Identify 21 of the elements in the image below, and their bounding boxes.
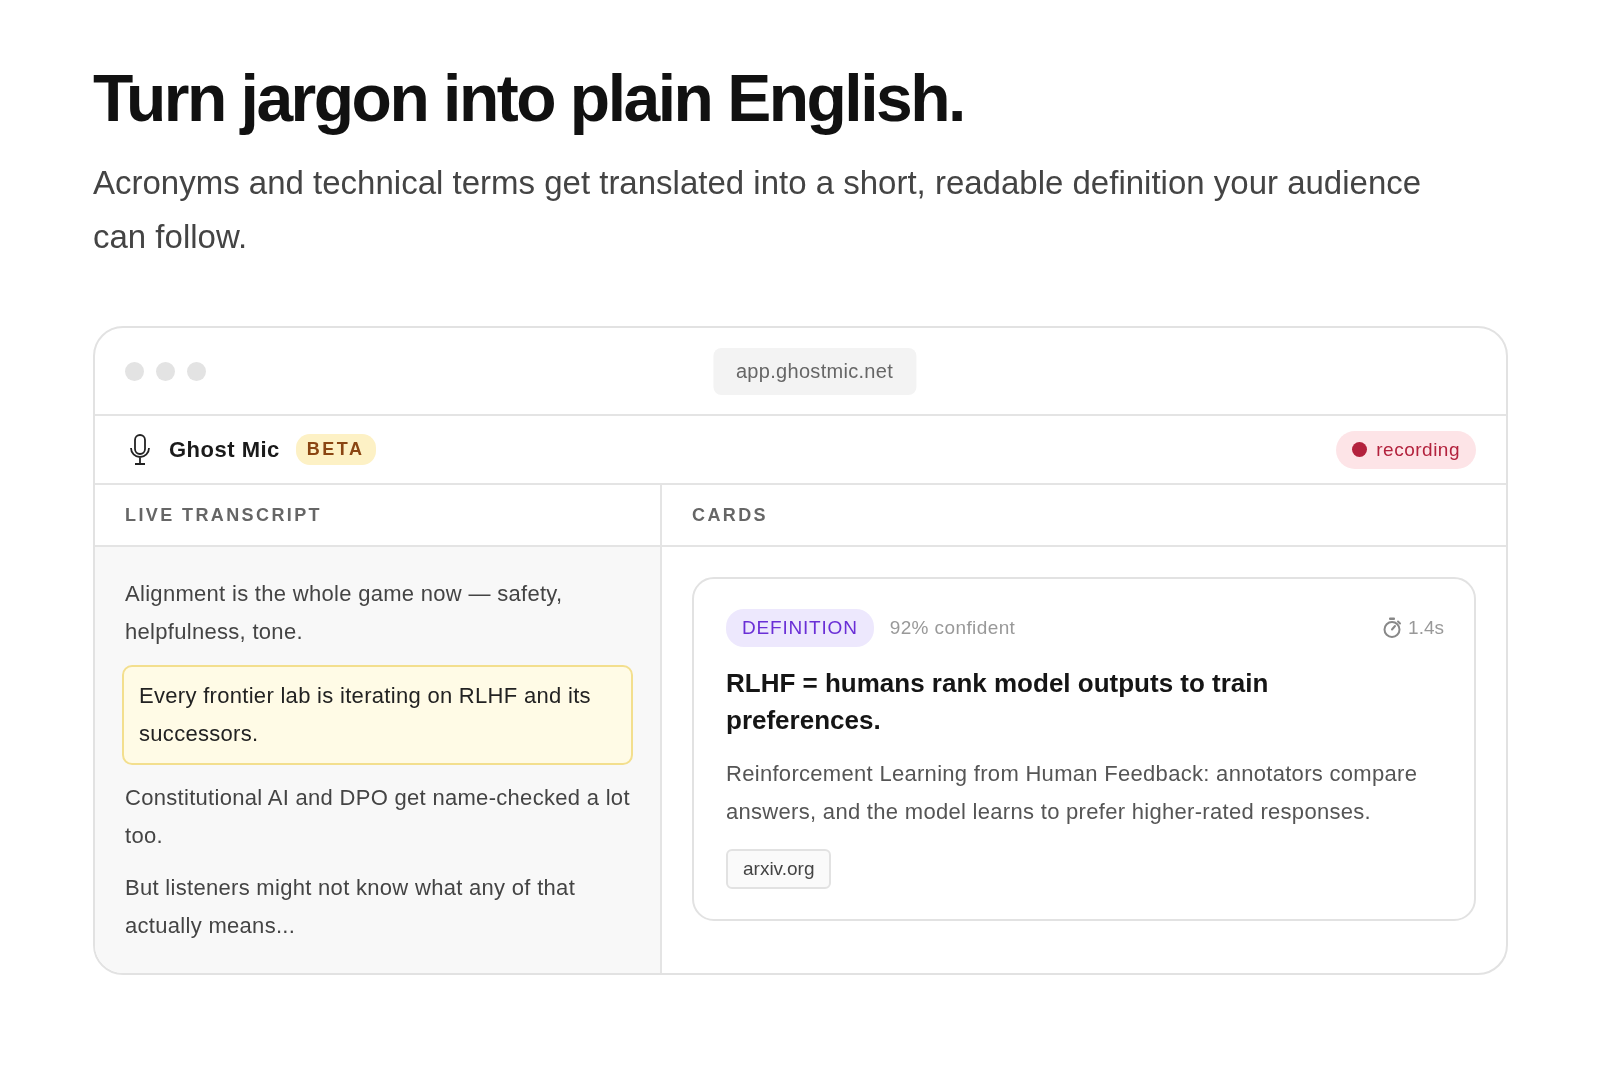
beta-badge: BETA	[295, 434, 376, 465]
transcript-line: Alignment is the whole game now — safety, helpfulness, tone.	[125, 580, 564, 646]
card-type-badge: DEFINITION	[726, 609, 874, 647]
source-chip[interactable]: arxiv.org	[726, 849, 832, 889]
card-description: Reinforcement Learning from Human Feedback: annotators compare answers, and the model learns to prefer higher-rated responses.	[726, 760, 1419, 826]
card-title: RLHF = humans rank model outputs to train preferences.	[726, 667, 1270, 737]
window-control[interactable]	[187, 361, 206, 381]
recording-status: recording	[1336, 430, 1476, 469]
transcript-line: Constitutional AI and DPO get name-checked a lot too.	[125, 784, 630, 850]
page-heading: Turn jargon into plain English.	[93, 60, 965, 137]
latency-label: 1.4s	[1408, 617, 1444, 639]
confidence-label: 92% confident	[889, 617, 1016, 639]
microphone-icon	[129, 433, 151, 466]
app-name: Ghost Mic	[169, 436, 280, 463]
transcript-line: But listeners might not know what any of that actually means...	[125, 874, 577, 940]
page-subtitle: Acronyms and technical terms get translated into a short, readable definition your audience can follow.	[93, 163, 1423, 257]
window-control[interactable]	[156, 361, 175, 381]
column-heading: CARDS	[662, 485, 1506, 547]
address-bar[interactable]: app.ghostmic.net	[712, 347, 917, 395]
window-control[interactable]	[125, 361, 144, 381]
stopwatch-icon	[1382, 617, 1403, 639]
